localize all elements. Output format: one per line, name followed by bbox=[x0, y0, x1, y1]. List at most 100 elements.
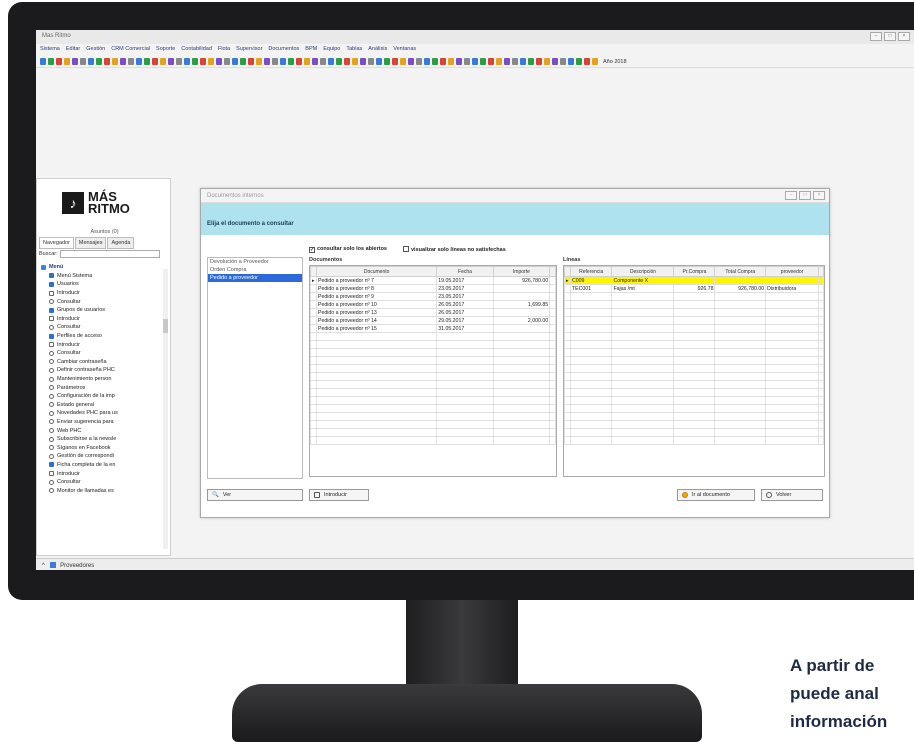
toolbar-icon[interactable] bbox=[512, 58, 518, 65]
scrollbar-thumb[interactable] bbox=[163, 319, 168, 333]
search-input[interactable] bbox=[59, 250, 160, 258]
table-row[interactable] bbox=[564, 388, 824, 397]
table-row[interactable]: TEC001 Fajas /mt 926.78 926,780.00 Distribui… bbox=[564, 284, 824, 293]
tree-item[interactable]: Monitor de llamadas es bbox=[41, 486, 161, 495]
column-header[interactable]: Referencia bbox=[569, 266, 613, 277]
toolbar-icon[interactable] bbox=[496, 58, 502, 65]
table-row[interactable]: ▸ Pedido a proveedor nº 7 19.05.2017 926,78… bbox=[310, 276, 556, 285]
table-row[interactable]: Pedido a proveedor nº 14 29.05.2017 2,000.… bbox=[310, 316, 556, 325]
table-row[interactable] bbox=[310, 332, 556, 341]
toolbar-icon[interactable] bbox=[208, 58, 214, 65]
toolbar-icon[interactable] bbox=[392, 58, 398, 65]
tree-item[interactable]: Consultar bbox=[41, 323, 161, 332]
table-row[interactable] bbox=[310, 396, 556, 405]
column-header[interactable]: Pr.Compra bbox=[673, 266, 716, 277]
tree-item[interactable]: Consultar bbox=[41, 478, 161, 487]
toolbar-icon[interactable] bbox=[384, 58, 390, 65]
toolbar-icon[interactable] bbox=[128, 58, 134, 65]
tree-item[interactable]: Introducir bbox=[41, 469, 161, 478]
tree-item[interactable]: Menú Sistema bbox=[41, 272, 161, 281]
toolbar-icon[interactable] bbox=[416, 58, 422, 65]
tree-root[interactable]: Menú bbox=[41, 263, 161, 272]
table-row[interactable] bbox=[564, 380, 824, 389]
toolbar-icon[interactable] bbox=[184, 58, 190, 65]
toolbar-icon[interactable] bbox=[224, 58, 230, 65]
toolbar-icon[interactable] bbox=[488, 58, 494, 65]
minimize-icon[interactable]: – bbox=[870, 32, 882, 41]
toolbar-icon[interactable] bbox=[432, 58, 438, 65]
tree-item[interactable]: Estado general bbox=[41, 401, 161, 410]
back-button[interactable]: Volver bbox=[761, 489, 823, 501]
table-row[interactable]: Pedido a proveedor nº 9 23.05.2017 bbox=[310, 292, 556, 301]
menu-item[interactable]: Análisis bbox=[368, 46, 387, 56]
table-row[interactable]: ▸ C009 Componente X bbox=[564, 276, 824, 285]
toolbar-icon[interactable] bbox=[192, 58, 198, 65]
doctype-item[interactable]: Orden Compra bbox=[208, 266, 302, 274]
year-label[interactable]: Año 2018 bbox=[603, 59, 627, 65]
toolbar-icon[interactable] bbox=[336, 58, 342, 65]
menu-item[interactable]: Equipo bbox=[323, 46, 340, 56]
toolbar-icon[interactable] bbox=[472, 58, 478, 65]
table-row[interactable] bbox=[310, 348, 556, 357]
maximize-icon[interactable]: □ bbox=[799, 191, 811, 200]
toolbar-icon[interactable] bbox=[240, 58, 246, 65]
toolbar-icon[interactable] bbox=[360, 58, 366, 65]
toolbar-icon[interactable] bbox=[72, 58, 78, 65]
table-row[interactable] bbox=[564, 372, 824, 381]
toolbar-icon[interactable] bbox=[160, 58, 166, 65]
tree-item[interactable]: Perfiles de acceso bbox=[41, 332, 161, 341]
tab-agenda[interactable]: Agenda bbox=[107, 237, 135, 249]
toolbar-icon[interactable] bbox=[440, 58, 446, 65]
go-to-document-button[interactable]: Ir al documento bbox=[677, 489, 755, 501]
table-row[interactable] bbox=[310, 356, 556, 365]
table-row[interactable] bbox=[564, 356, 824, 365]
menu-item[interactable]: Editar bbox=[66, 46, 80, 56]
tree-item[interactable]: Mantenimiento person bbox=[41, 375, 161, 384]
menu-item[interactable]: Flota bbox=[218, 46, 230, 56]
doctype-item[interactable]: Devolución a Proveedor bbox=[208, 258, 302, 266]
menu-item[interactable]: Gestión bbox=[86, 46, 105, 56]
check-open-only[interactable]: ✓ consultar solo los abiertos bbox=[309, 246, 387, 253]
column-header[interactable]: proveedor bbox=[765, 266, 820, 277]
column-header[interactable]: Fecha bbox=[436, 266, 494, 277]
toolbar-icon[interactable] bbox=[88, 58, 94, 65]
toolbar-icon[interactable] bbox=[136, 58, 142, 65]
toolbar-icon[interactable] bbox=[368, 58, 374, 65]
toolbar-icon[interactable] bbox=[272, 58, 278, 65]
table-row[interactable] bbox=[564, 292, 824, 301]
tree-item[interactable]: Gestión de correspondi bbox=[41, 452, 161, 461]
toolbar-icon[interactable] bbox=[352, 58, 358, 65]
menu-item[interactable]: Ventanas bbox=[393, 46, 416, 56]
doctype-item-selected[interactable]: Pedido a proveedor bbox=[208, 274, 302, 282]
table-row[interactable]: Pedido a proveedor nº 8 23.05.2017 bbox=[310, 284, 556, 293]
toolbar-icon[interactable] bbox=[64, 58, 70, 65]
toolbar-icon[interactable] bbox=[424, 58, 430, 65]
toolbar-icon[interactable] bbox=[112, 58, 118, 65]
tree-item[interactable]: Introducir bbox=[41, 340, 161, 349]
toolbar-icon[interactable] bbox=[400, 58, 406, 65]
tree-item[interactable]: Introducir bbox=[41, 315, 161, 324]
menu-item[interactable]: CRM Comercial bbox=[111, 46, 150, 56]
toolbar-icon[interactable] bbox=[296, 58, 302, 65]
column-header[interactable]: Documento bbox=[315, 266, 438, 277]
sidebar-scrollbar[interactable] bbox=[163, 269, 168, 549]
table-row[interactable] bbox=[310, 380, 556, 389]
table-row[interactable] bbox=[564, 340, 824, 349]
toolbar-icon[interactable] bbox=[576, 58, 582, 65]
toolbar-icon[interactable] bbox=[40, 58, 46, 65]
table-row[interactable] bbox=[564, 404, 824, 413]
tree-item[interactable]: Consultar bbox=[41, 297, 161, 306]
toolbar-icon[interactable] bbox=[56, 58, 62, 65]
toolbar-icon[interactable] bbox=[520, 58, 526, 65]
tree-item[interactable]: Ficha completa de la en bbox=[41, 461, 161, 470]
table-row[interactable] bbox=[310, 412, 556, 421]
table-row[interactable] bbox=[310, 364, 556, 373]
check-unsatisfied[interactable]: visualizar solo líneas no satisfechas bbox=[403, 246, 506, 253]
tree-item[interactable]: Usuarios bbox=[41, 280, 161, 289]
toolbar-icon[interactable] bbox=[152, 58, 158, 65]
toolbar-icon[interactable] bbox=[144, 58, 150, 65]
toolbar-icon[interactable] bbox=[256, 58, 262, 65]
toolbar-icon[interactable] bbox=[288, 58, 294, 65]
table-row[interactable] bbox=[310, 340, 556, 349]
table-row[interactable] bbox=[564, 316, 824, 325]
